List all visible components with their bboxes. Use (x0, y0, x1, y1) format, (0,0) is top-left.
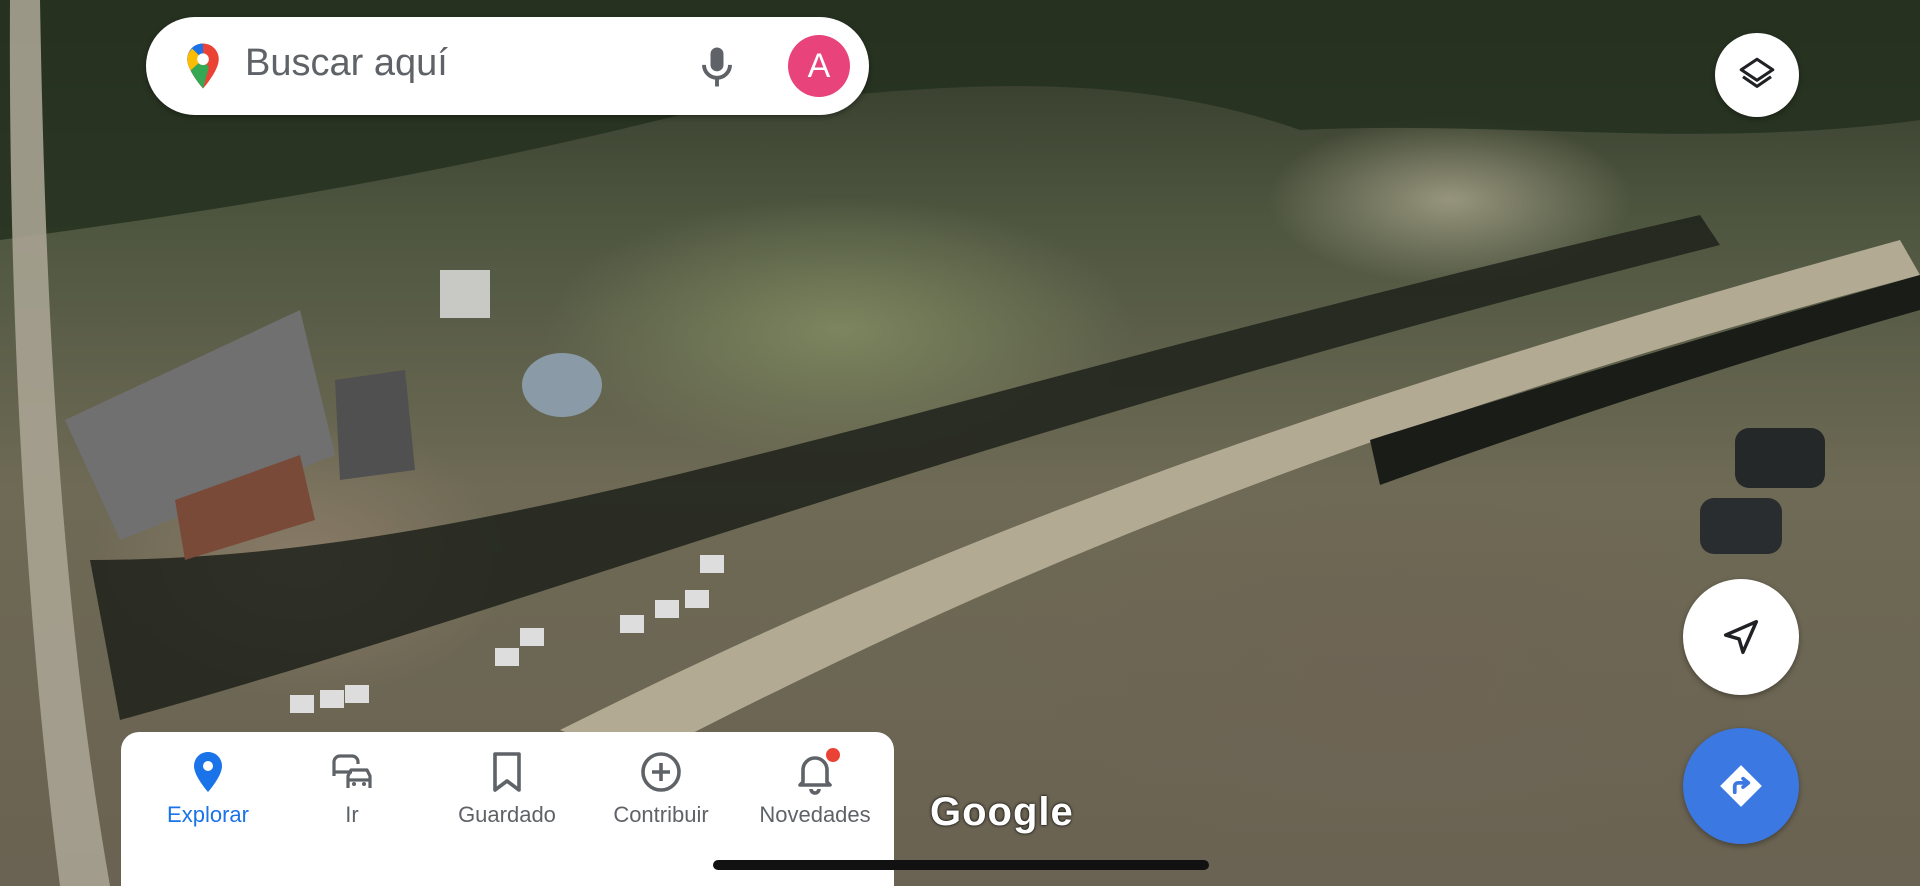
search-bar[interactable]: Buscar aquí A (146, 17, 869, 115)
tab-label: Novedades (759, 802, 871, 827)
tab-guardado[interactable]: Guardado (437, 732, 577, 862)
google-logo: Google (930, 790, 1074, 834)
add-circle-icon (641, 752, 681, 792)
tab-label: Contribuir (613, 802, 709, 827)
navigation-arrow-icon (1723, 619, 1759, 655)
tab-label: Ir (345, 802, 359, 827)
tab-contribuir[interactable]: Contribuir (591, 732, 731, 862)
tab-novedades[interactable]: Novedades (745, 732, 885, 862)
search-input[interactable]: Buscar aquí (245, 42, 448, 85)
location-pin-icon (194, 752, 222, 792)
microphone-icon[interactable] (691, 41, 743, 93)
tab-ir[interactable]: Ir (282, 732, 422, 862)
commute-icon (332, 754, 372, 788)
bookmark-icon (493, 752, 521, 792)
notification-badge (824, 746, 842, 764)
google-maps-pin-icon (187, 43, 219, 89)
my-location-button[interactable] (1683, 579, 1799, 695)
layers-icon (1739, 57, 1775, 88)
account-avatar[interactable]: A (788, 35, 850, 97)
home-indicator[interactable] (713, 860, 1209, 870)
layers-button[interactable] (1715, 33, 1799, 117)
directions-icon (1720, 765, 1762, 807)
tab-label: Explorar (167, 802, 249, 827)
directions-button[interactable] (1683, 728, 1799, 844)
tab-explorar[interactable]: Explorar (138, 732, 278, 862)
tab-label: Guardado (458, 802, 556, 827)
